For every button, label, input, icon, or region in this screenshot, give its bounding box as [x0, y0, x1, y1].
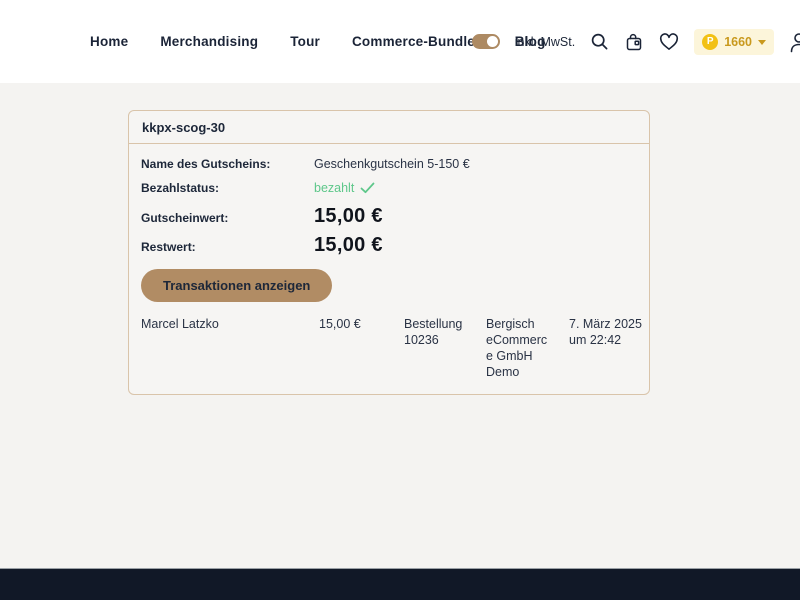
transaction-company: Bergisch eCommerce GmbH Demo — [486, 316, 569, 380]
transaction-amount: 15,00 € — [319, 316, 404, 332]
wishlist-heart-icon[interactable] — [659, 33, 679, 51]
voucher-code: kkpx-scog-30 — [129, 111, 649, 144]
transaction-row: Marcel Latzko 15,00 € Bestellung 10236 B… — [141, 316, 637, 380]
payment-status-value: bezahlt — [314, 180, 375, 196]
voucher-name-value: Geschenkgutschein 5-150 € — [314, 156, 470, 172]
nav-tour[interactable]: Tour — [290, 34, 320, 49]
check-icon — [360, 182, 375, 194]
points-coin-icon: P — [702, 34, 718, 50]
top-navigation-bar: Home Merchandising Tour Commerce-Bundles… — [0, 0, 800, 83]
transaction-date: 7. März 2025 um 22:42 — [569, 316, 649, 348]
footer-bar — [0, 568, 800, 600]
nav-commerce-bundles[interactable]: Commerce-Bundles — [352, 34, 483, 49]
shopping-bag-icon[interactable] — [624, 32, 644, 52]
chevron-down-icon — [758, 40, 766, 45]
payment-status-label: Bezahlstatus: — [141, 180, 314, 196]
voucher-name-row: Name des Gutscheins: Geschenkgutschein 5… — [141, 156, 637, 172]
transaction-order: Bestellung 10236 — [404, 316, 486, 348]
header-actions: inkl. MwSt. P 1660 — [472, 0, 800, 83]
remaining-value-row: Restwert: 15,00 € — [141, 233, 637, 257]
nav-home[interactable]: Home — [90, 34, 128, 49]
voucher-details: Name des Gutscheins: Geschenkgutschein 5… — [129, 144, 649, 394]
vat-toggle-knob — [487, 36, 498, 47]
voucher-value-row: Gutscheinwert: 15,00 € — [141, 204, 637, 228]
points-count: 1660 — [724, 35, 752, 49]
show-transactions-button[interactable]: Transaktionen anzeigen — [141, 269, 332, 302]
points-badge[interactable]: P 1660 — [694, 29, 774, 55]
voucher-value-amount: 15,00 € — [314, 204, 383, 228]
remaining-value-label: Restwert: — [141, 239, 314, 255]
remaining-value-amount: 15,00 € — [314, 233, 383, 257]
vat-toggle-label: inkl. MwSt. — [515, 35, 575, 49]
voucher-name-label: Name des Gutscheins: — [141, 156, 314, 172]
page-content: kkpx-scog-30 Name des Gutscheins: Gesche… — [0, 83, 800, 568]
voucher-value-label: Gutscheinwert: — [141, 210, 314, 226]
voucher-card: kkpx-scog-30 Name des Gutscheins: Gesche… — [128, 110, 650, 395]
payment-status-row: Bezahlstatus: bezahlt — [141, 180, 637, 196]
payment-status-text: bezahlt — [314, 180, 354, 196]
account-icon[interactable] — [789, 31, 800, 53]
vat-toggle[interactable] — [472, 34, 500, 49]
nav-merchandising[interactable]: Merchandising — [160, 34, 258, 49]
search-icon[interactable] — [590, 32, 609, 51]
transaction-customer: Marcel Latzko — [141, 316, 319, 332]
